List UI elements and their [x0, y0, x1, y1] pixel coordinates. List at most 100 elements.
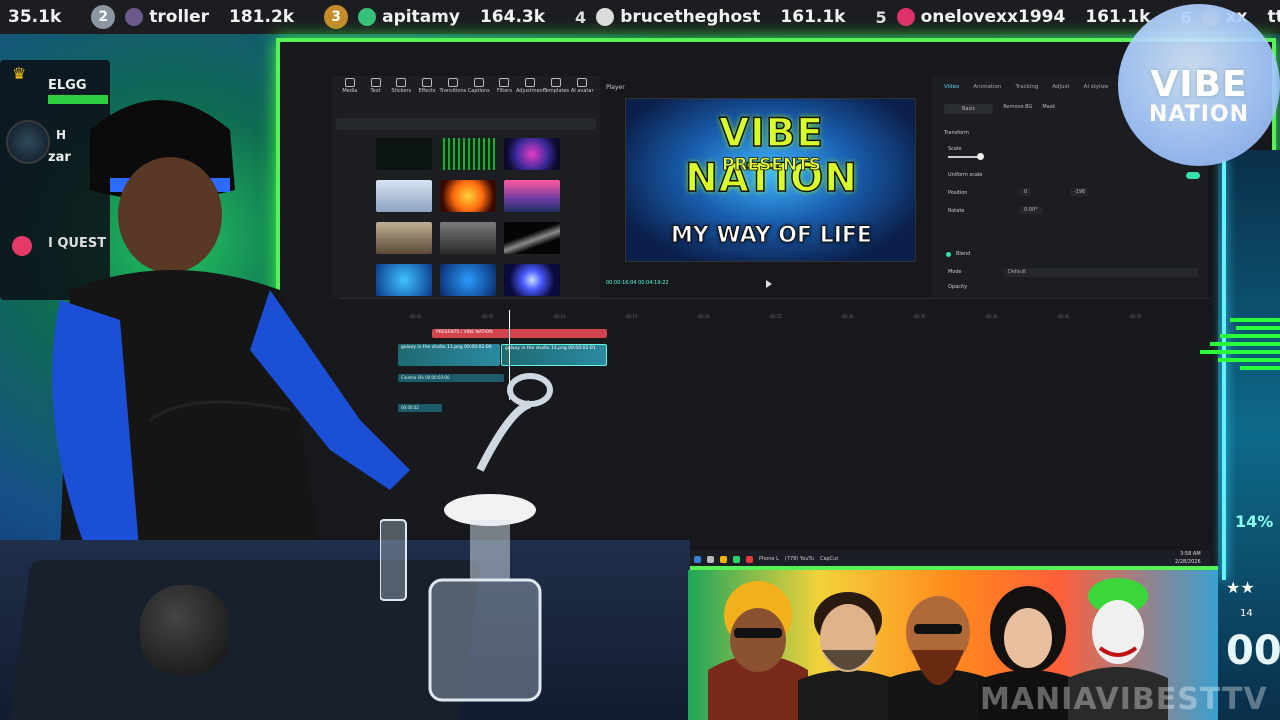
- leaderboard-name: apitamy: [382, 7, 460, 27]
- leaderboard-name: troller: [149, 7, 210, 27]
- big-counter: 00: [1226, 628, 1280, 674]
- ai-avatar-icon: [577, 78, 588, 87]
- rank-number: 5: [875, 7, 887, 27]
- position-label: Position: [948, 190, 968, 196]
- tab-adjust[interactable]: Adjust: [1052, 84, 1069, 90]
- computer-mouse: [140, 585, 230, 675]
- leaderboard-score: 161.1k: [1085, 7, 1151, 27]
- text-icon: [370, 78, 381, 87]
- leaderboard-name: onelovexx1994: [920, 7, 1066, 27]
- ruler-tick-label: 00:35: [914, 314, 926, 319]
- blend-mode-select[interactable]: Default: [1004, 268, 1198, 277]
- audio-visualizer: [1200, 318, 1280, 370]
- media-thumbnail[interactable]: [504, 222, 560, 254]
- toolbar-label: Templates: [543, 88, 570, 94]
- subtab-remove-bg[interactable]: Remove BG: [1003, 104, 1032, 114]
- app-icon[interactable]: [746, 555, 753, 563]
- position-y-input[interactable]: -196: [1070, 188, 1090, 196]
- ruler-tick-label: 00:40: [986, 314, 998, 319]
- crown-icon: ♛: [12, 64, 27, 83]
- rank-badge-icon: 3: [324, 5, 349, 29]
- adjustment-icon: [525, 78, 536, 87]
- blend-enabled-indicator[interactable]: [946, 252, 951, 257]
- tab-tracking[interactable]: Tracking: [1015, 84, 1038, 90]
- scale-slider-handle[interactable]: [977, 153, 984, 160]
- toolbar-label: AI avatar: [570, 88, 594, 94]
- uniform-scale-label: Uniform scale: [948, 172, 983, 178]
- play-button[interactable]: [766, 280, 772, 288]
- leaderboard-entry: 4 brucetheghost 161.1k: [567, 0, 867, 34]
- ruler-tick-label: 00:30: [842, 314, 854, 319]
- scale-label: Scale: [948, 146, 962, 152]
- media-thumbnail[interactable]: [504, 138, 560, 170]
- star-rating-icon: ★★: [1226, 578, 1255, 597]
- taskbar-item[interactable]: CapCut: [820, 556, 838, 562]
- character-glasses: [888, 596, 988, 720]
- sticker-icon: [396, 78, 407, 87]
- position-x-input[interactable]: 0: [1020, 188, 1032, 196]
- leaderboard-score: ttv: [1267, 7, 1280, 27]
- leaderboard-bar: 35.1k 2 troller 181.2k 3 apitamy 164.3k …: [0, 0, 1280, 34]
- taskbar-item[interactable]: (778) YouTu: [785, 556, 814, 562]
- opacity-label: Opacity: [948, 284, 968, 290]
- mode-label: Mode: [948, 269, 962, 275]
- properties-subtabs: Basic Remove BG Mask: [944, 104, 1055, 114]
- clock-date: 2/28/2026: [1175, 559, 1201, 565]
- toolbar-ai-avatar-button[interactable]: AI avatar: [570, 78, 594, 100]
- video-clip-selected[interactable]: galaxy in the studio 14.png 00:00:02:01: [501, 344, 607, 366]
- ruler-tick-label: 00:10: [554, 314, 566, 319]
- ruler-tick-label: 00:45: [1058, 314, 1070, 319]
- media-thumbnail[interactable]: [504, 180, 560, 212]
- percent-label: 14%: [1235, 512, 1274, 531]
- leaderboard-score: 161.1k: [780, 7, 846, 27]
- os-taskbar: Phone L (778) YouTu CapCut: [688, 550, 1210, 566]
- start-icon[interactable]: [694, 555, 701, 563]
- toolbar-filters-button[interactable]: Filters: [493, 78, 517, 100]
- toolbar-label: Filters: [496, 88, 512, 94]
- app-icon[interactable]: [733, 555, 740, 563]
- counter-label: 14: [1240, 608, 1253, 619]
- tab-video[interactable]: Video: [944, 84, 959, 90]
- effects-icon: [422, 78, 433, 87]
- tab-ai-stylize[interactable]: AI stylize: [1084, 84, 1109, 90]
- ruler-tick-label: 00:50: [1130, 314, 1142, 319]
- ruler-tick-label: 00:15: [626, 314, 638, 319]
- toolbar-label: Adjustment: [515, 88, 545, 94]
- filters-icon: [499, 78, 510, 87]
- tab-animation[interactable]: Animation: [973, 84, 1001, 90]
- captions-icon: [473, 78, 484, 87]
- logo-text-top: VIBE: [1150, 64, 1248, 105]
- user-avatar-icon: [896, 8, 915, 26]
- folder-icon[interactable]: [720, 555, 727, 563]
- templates-icon: [551, 78, 562, 87]
- search-icon[interactable]: [707, 555, 714, 563]
- preview-subtitle-text: MY WAY OF LIFE: [671, 223, 873, 249]
- leaderboard-score: 181.2k: [229, 7, 295, 27]
- toolbar-adjustment-button[interactable]: Adjustment: [515, 78, 545, 100]
- preview-presents-text: PRESENTS: [721, 155, 822, 176]
- channel-watermark: MANIAVIBESTTV: [980, 682, 1268, 717]
- uniform-scale-toggle[interactable]: [1186, 172, 1200, 179]
- rotate-input[interactable]: 0.00°: [1020, 206, 1042, 214]
- stream-overlay: 35.1k 2 troller 181.2k 3 apitamy 164.3k …: [0, 0, 1280, 720]
- blend-label: Blend: [956, 251, 971, 257]
- taskbar-item[interactable]: Phone L: [759, 556, 779, 562]
- transform-label: Transform: [944, 130, 969, 136]
- ruler-tick-label: 00:25: [770, 314, 782, 319]
- video-preview[interactable]: VIBE NATION PRESENTS MY WAY OF LIFE: [625, 98, 916, 262]
- subtab-basic[interactable]: Basic: [944, 104, 994, 114]
- subtab-mask[interactable]: Mask: [1042, 104, 1055, 114]
- leaderboard-name: brucetheghost: [620, 7, 761, 27]
- leaderboard-score: 35.1k: [8, 7, 62, 27]
- taskbar-clock: 3:58 AM 2/28/2026: [1175, 550, 1201, 566]
- leaderboard-entry: 35.1k: [0, 0, 83, 34]
- media-thumbnail[interactable]: [504, 264, 560, 296]
- leaderboard-entry: 5 onelovexx1994 161.1k: [867, 0, 1172, 34]
- scale-slider[interactable]: [948, 156, 980, 158]
- properties-tabs: Video Animation Tracking Adjust AI styli…: [944, 84, 1108, 90]
- media-icon: [344, 78, 355, 87]
- toolbar-templates-button[interactable]: Templates: [543, 78, 570, 100]
- user-avatar-icon: [125, 8, 144, 26]
- ruler-tick-label: 00:20: [698, 314, 710, 319]
- timeline-ruler: 00:00 00:05 00:10 00:15 00:20 00:25 00:30 00:35…: [410, 314, 1210, 322]
